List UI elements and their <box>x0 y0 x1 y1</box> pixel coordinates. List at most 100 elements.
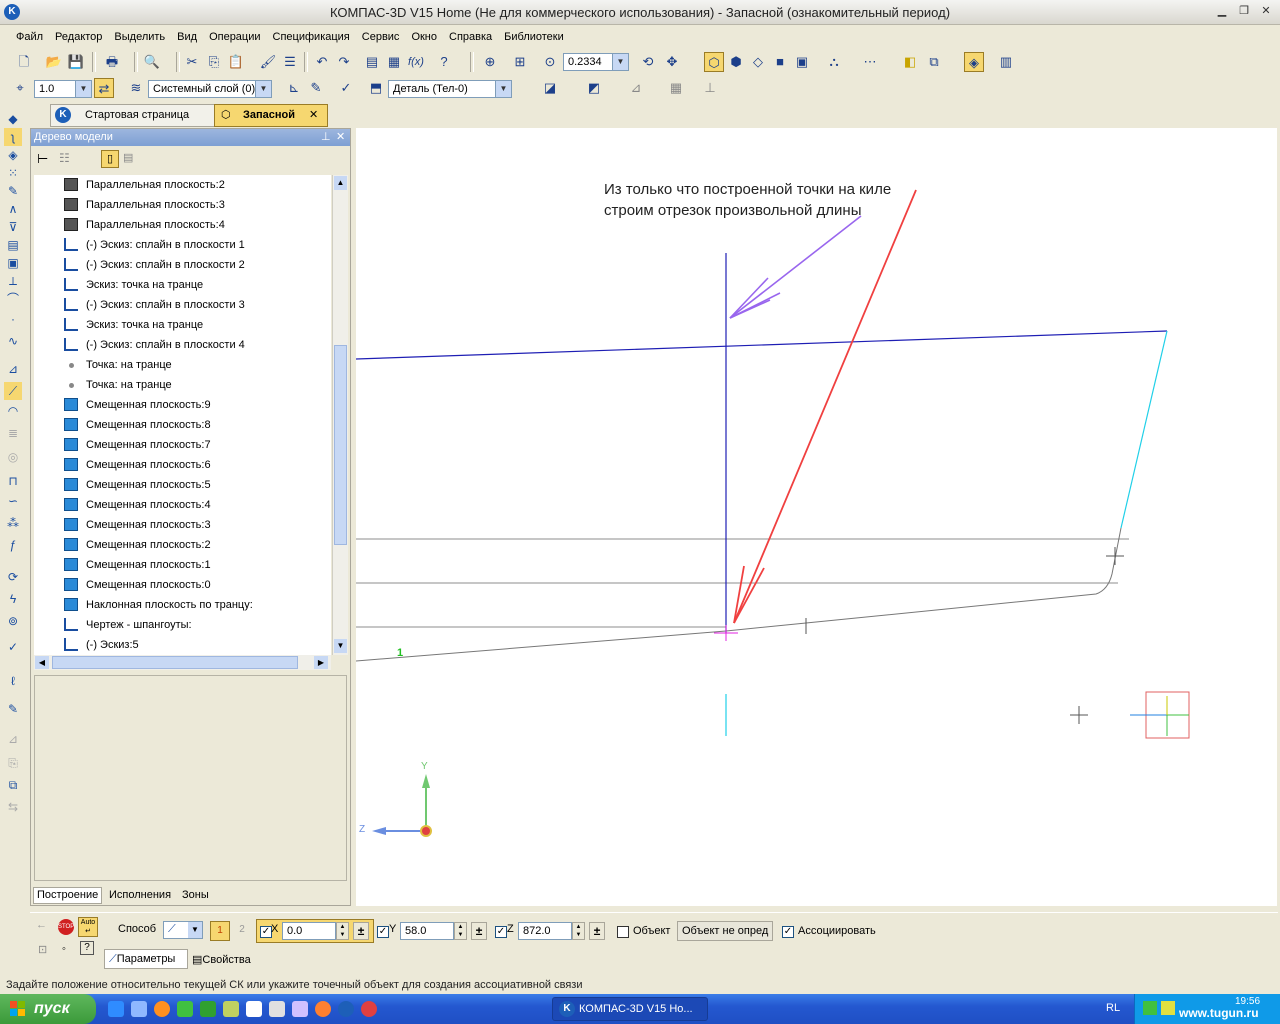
copy-icon[interactable]: ⎘ <box>204 52 224 72</box>
contour-icon[interactable]: ⟳ <box>4 568 22 586</box>
tab-params[interactable]: ⟋Параметры <box>104 949 188 969</box>
wave-icon[interactable]: ϟ <box>4 590 22 608</box>
z-spinner[interactable]: ▲ ▼ <box>572 922 585 940</box>
scroll-up-icon[interactable]: ▲ <box>334 176 347 190</box>
y-lock-checkbox[interactable]: ✓ <box>377 926 389 938</box>
view-side-icon[interactable]: ◇ <box>748 52 768 72</box>
table-icon[interactable]: ▦ <box>384 52 404 72</box>
scroll-left-icon[interactable]: ◀ <box>35 656 49 669</box>
cube-icon[interactable]: ◧ <box>900 52 920 72</box>
view-iso-icon[interactable]: ⬡ <box>704 52 724 72</box>
firefox-icon[interactable] <box>154 1001 170 1017</box>
spline-icon[interactable]: ∽ <box>4 492 22 510</box>
x-plus-minus-button[interactable]: ± <box>353 922 369 940</box>
dims-icon[interactable]: ⟂ <box>4 272 22 290</box>
polyline-icon[interactable]: ⊿ <box>4 360 22 378</box>
z-plus-minus-button[interactable]: ± <box>589 922 605 940</box>
y-input[interactable]: 58.0 <box>400 922 454 940</box>
chevron-down-icon[interactable]: ▼ <box>495 81 511 97</box>
drawing-canvas[interactable]: Из только что построенной точки на киле … <box>356 128 1277 906</box>
tree-item[interactable]: Параллельная плоскость:4 <box>34 215 331 235</box>
auto-create-icon[interactable]: Auto ↵ <box>78 917 98 937</box>
tree-vertical-scrollbar[interactable]: ▲ ▼ <box>332 175 348 655</box>
list-icon[interactable]: ☰ <box>280 52 300 72</box>
sheet-metal-icon[interactable]: ⌒ <box>4 290 22 308</box>
tree-item[interactable]: Смещенная плоскость:2 <box>34 535 331 555</box>
language-indicator[interactable]: RL <box>1106 1002 1120 1014</box>
edit-sketch-icon[interactable]: ✎ <box>306 78 326 98</box>
new-file-icon[interactable]: 🗋 <box>14 52 34 72</box>
function-icon[interactable]: f(x) <box>406 52 426 72</box>
taskbar-item-kompas[interactable]: K КОМПАС-3D V15 Ho... <box>552 997 708 1021</box>
menu-item[interactable]: Выделить <box>108 27 171 47</box>
point-tool-icon[interactable]: · <box>4 310 22 328</box>
tab-zapasnoy[interactable]: ⬡ Запасной ✕ <box>214 104 328 127</box>
tree-item[interactable]: Смещенная плоскость:1 <box>34 555 331 575</box>
notepad-icon[interactable] <box>246 1001 262 1017</box>
model-icon[interactable]: ◆ <box>4 110 22 128</box>
z-input[interactable]: 872.0 <box>518 922 572 940</box>
close-icon[interactable]: ✕ <box>309 105 318 126</box>
chevron-down-icon[interactable]: ▼ <box>75 81 91 97</box>
open-folder-icon[interactable]: 📂 <box>44 52 64 72</box>
library-icon[interactable]: ◈ <box>964 52 984 72</box>
close-button[interactable]: ✕ <box>1258 4 1274 18</box>
tree-item[interactable]: Смещенная плоскость:7 <box>34 435 331 455</box>
tree-item[interactable]: Точка: на транце <box>34 355 331 375</box>
help-icon[interactable]: ? <box>80 941 94 955</box>
chevron-down-icon[interactable]: ▼ <box>188 922 202 938</box>
tree-item[interactable]: Смещенная плоскость:4 <box>34 495 331 515</box>
chevron-down-icon[interactable]: ▼ <box>255 81 271 97</box>
spec-icon[interactable]: ▥ <box>996 52 1016 72</box>
detail-icon[interactable]: ⬒ <box>366 78 386 98</box>
measure-icon[interactable]: ⊿ <box>626 78 646 98</box>
object-value-button[interactable]: Объект не опред <box>677 921 774 941</box>
object-checkbox[interactable] <box>617 926 629 938</box>
menu-item[interactable]: Операции <box>203 27 266 47</box>
tree-item[interactable]: (-) Эскиз:5 <box>34 635 331 655</box>
brush-icon[interactable]: 🖌 <box>258 52 278 72</box>
tab-zony[interactable]: Зоны <box>182 888 209 903</box>
undo-icon[interactable]: ↶ <box>312 52 332 72</box>
tray-icon[interactable] <box>1161 1001 1175 1015</box>
step-combo[interactable]: 1.0 ▼ <box>34 80 92 98</box>
shaded-icon[interactable]: ■ <box>770 52 790 72</box>
constraint-icon[interactable]: ⊥ <box>700 78 720 98</box>
sketch-tools-icon[interactable]: ʅ <box>4 128 22 146</box>
detail-combo[interactable]: Деталь (Тел-0) ▼ <box>388 80 512 98</box>
back-icon[interactable]: ← <box>36 919 47 931</box>
tab-start-page[interactable]: K Стартовая страница <box>50 104 222 127</box>
pattern-icon[interactable]: ✎ <box>4 182 22 200</box>
segment-icon[interactable]: ⟋ <box>4 382 22 400</box>
point2-icon[interactable]: 2 <box>232 921 252 941</box>
tab-ispolneniya[interactable]: Исполнения <box>109 888 171 903</box>
menu-item[interactable]: Редактор <box>49 27 108 47</box>
aux-geometry-icon[interactable]: ∧ <box>4 200 22 218</box>
tree-detail-icon[interactable]: ▤ <box>123 151 133 164</box>
copy-tool-icon[interactable]: ⎘ <box>4 754 22 772</box>
media-icon[interactable] <box>131 1001 147 1017</box>
tree-item[interactable]: Наклонная плоскость по транцу: <box>34 595 331 615</box>
tray-icon[interactable] <box>1143 1001 1157 1015</box>
blender-icon[interactable] <box>315 1001 331 1017</box>
menu-item[interactable]: Файл <box>10 27 49 47</box>
point-icon[interactable]: ◦ <box>62 943 66 955</box>
point1-icon[interactable]: 1 <box>210 921 230 941</box>
y-plus-minus-button[interactable]: ± <box>471 922 487 940</box>
curve-tool-icon[interactable]: ∿ <box>4 332 22 350</box>
sketch-mode-icon[interactable]: ⊾ <box>284 78 304 98</box>
preview-icon[interactable]: 🔍 <box>142 52 162 72</box>
associate-checkbox[interactable]: ✓ <box>782 926 794 938</box>
layer-icon[interactable]: ≋ <box>126 78 146 98</box>
menu-item[interactable]: Спецификация <box>267 27 356 47</box>
spiral-icon[interactable]: ◎ <box>4 448 22 466</box>
tree-item[interactable]: Смещенная плоскость:0 <box>34 575 331 595</box>
y-spinner[interactable]: ▲ ▼ <box>454 922 467 940</box>
transform-icon[interactable]: ⇆ <box>4 798 22 816</box>
cut-plane-icon[interactable]: ◪ <box>540 78 560 98</box>
tree-item[interactable]: Смещенная плоскость:6 <box>34 455 331 475</box>
chrome-icon[interactable] <box>361 1001 377 1017</box>
arc-icon[interactable]: ◠ <box>4 402 22 420</box>
player-icon[interactable] <box>269 1001 285 1017</box>
tab-postroenie[interactable]: Построение <box>33 887 103 904</box>
